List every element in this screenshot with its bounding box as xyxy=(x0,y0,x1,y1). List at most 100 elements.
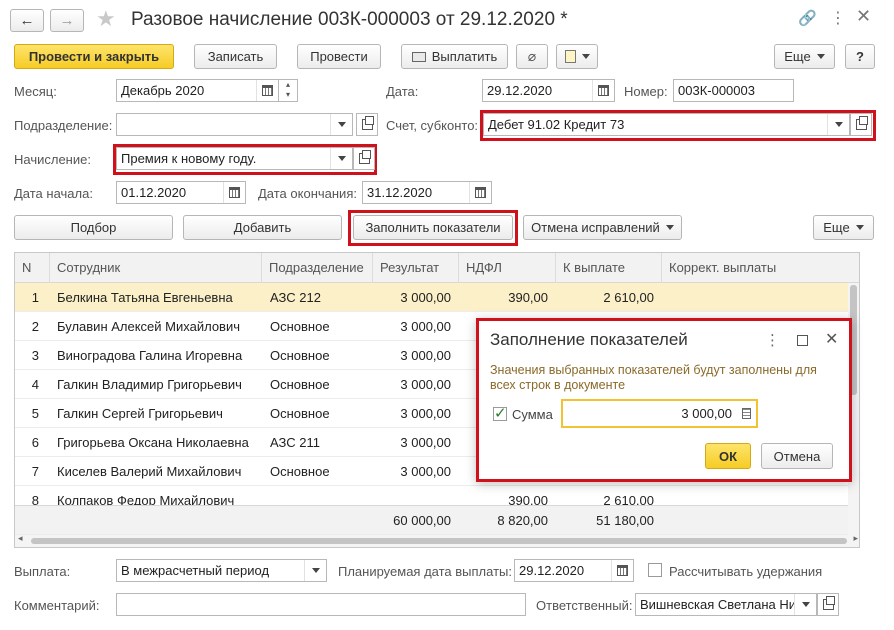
calendar-icon[interactable] xyxy=(611,560,633,581)
fill-indicators-button[interactable]: Заполнить показатели xyxy=(353,215,513,240)
calendar-icon[interactable] xyxy=(256,80,278,101)
dropdown-button[interactable] xyxy=(794,594,816,615)
start-date-value: 01.12.2020 xyxy=(121,185,187,200)
calendar-icon[interactable] xyxy=(469,182,491,203)
post-and-close-button[interactable]: Провести и закрыть xyxy=(14,44,174,69)
calculator-icon[interactable] xyxy=(736,401,756,426)
pay-button[interactable]: Выплатить xyxy=(401,44,508,69)
accrual-field[interactable]: Премия к новому году. xyxy=(116,147,353,170)
calendar-icon[interactable] xyxy=(592,80,614,101)
column-header-ndfl[interactable]: НДФЛ xyxy=(459,253,556,283)
dialog-title: Заполнение показателей xyxy=(490,330,688,349)
column-header-employee[interactable]: Сотрудник xyxy=(50,253,262,283)
column-header-n[interactable]: N xyxy=(15,253,50,283)
division-field[interactable] xyxy=(116,113,353,136)
open-icon xyxy=(855,116,868,130)
responsible-open-button[interactable] xyxy=(817,593,839,616)
account-field[interactable]: Дебет 91.02 Кредит 73 xyxy=(483,113,850,136)
forward-button[interactable]: → xyxy=(50,9,84,32)
pick-button[interactable]: Подбор xyxy=(14,215,173,240)
cell-division: Основное xyxy=(270,377,330,392)
chevron-down-icon xyxy=(337,156,346,161)
close-icon[interactable]: ✕ xyxy=(825,329,838,349)
back-button[interactable]: ← xyxy=(10,9,44,32)
scroll-thumb[interactable] xyxy=(31,538,847,544)
column-header-correction[interactable]: Коррект. выплаты xyxy=(662,253,850,283)
account-label: Счет, субконто: xyxy=(386,118,479,133)
payment-value: В межрасчетный период xyxy=(121,563,270,578)
division-open-button[interactable] xyxy=(356,113,378,136)
sum-value: 3 000,00 xyxy=(681,406,732,421)
payment-field[interactable]: В межрасчетный период xyxy=(116,559,327,582)
print-menu-button[interactable] xyxy=(556,44,598,69)
calendar-icon[interactable] xyxy=(223,182,245,203)
date-field[interactable]: 29.12.2020 xyxy=(482,79,615,102)
column-header-result[interactable]: Результат xyxy=(373,253,459,283)
cell-employee: Григорьева Оксана Николаевна xyxy=(57,435,249,450)
dropdown-button[interactable] xyxy=(330,148,352,169)
cell-division: Основное xyxy=(270,464,330,479)
add-button[interactable]: Добавить xyxy=(183,215,342,240)
pay-icon xyxy=(411,51,426,62)
account-open-button[interactable] xyxy=(850,113,872,136)
column-header-payable[interactable]: К выплате xyxy=(556,253,662,283)
close-icon[interactable]: ✕ xyxy=(856,6,871,27)
favorite-star-icon[interactable]: ★ xyxy=(96,6,116,32)
more-button[interactable]: Еще xyxy=(774,44,835,69)
chevron-down-icon xyxy=(311,568,320,573)
scroll-left-icon[interactable]: ◂ xyxy=(18,533,23,544)
responsible-label: Ответственный: xyxy=(536,598,633,613)
chevron-down-icon xyxy=(834,122,843,127)
dropdown-button[interactable] xyxy=(330,114,352,135)
maximize-icon[interactable] xyxy=(797,335,808,346)
end-date-field[interactable]: 31.12.2020 xyxy=(362,181,492,204)
comment-field[interactable] xyxy=(116,593,526,616)
help-button[interactable]: ? xyxy=(845,44,875,69)
cell-result: 3 000,00 xyxy=(400,319,451,334)
cell-employee: Виноградова Галина Игоревна xyxy=(57,348,243,363)
post-button[interactable]: Провести xyxy=(297,44,381,69)
sum-checkbox[interactable]: ✓ xyxy=(493,405,507,422)
document-icon xyxy=(564,50,576,63)
scroll-right-icon[interactable]: ▸ xyxy=(853,533,858,544)
cell-division: АЗС 211 xyxy=(270,435,320,450)
cell-employee: Киселев Валерий Михайлович xyxy=(57,464,242,479)
dropdown-button[interactable] xyxy=(827,114,849,135)
more-vertical-icon[interactable]: ⋮ xyxy=(830,8,846,28)
planned-date-label: Планируемая дата выплаты: xyxy=(338,564,512,579)
stepper-down-icon[interactable]: ▾ xyxy=(279,90,297,100)
chevron-down-icon xyxy=(855,225,864,230)
horizontal-scrollbar[interactable]: ◂ ▸ xyxy=(15,533,859,547)
more-vertical-icon[interactable]: ⋮ xyxy=(765,331,780,349)
month-field[interactable]: Декабрь 2020 xyxy=(116,79,279,102)
fill-indicators-dialog: Заполнение показателей ⋮ ✕ Значения выбр… xyxy=(476,318,852,482)
stepper-up-icon[interactable]: ▴ xyxy=(279,80,297,90)
ok-button[interactable]: ОК xyxy=(705,443,751,469)
cell-result: 3 000,00 xyxy=(400,377,451,392)
planned-date-field[interactable]: 29.12.2020 xyxy=(514,559,634,582)
sum-input[interactable]: 3 000,00 xyxy=(561,399,758,428)
table-more-button[interactable]: Еще xyxy=(813,215,874,240)
save-button[interactable]: Записать xyxy=(194,44,277,69)
chevron-down-icon xyxy=(816,54,825,59)
month-label: Месяц: xyxy=(14,84,57,99)
cell-number: 4 xyxy=(31,377,39,392)
table-row[interactable]: 1 Белкина Татьяна Евгеньевна АЗС 212 3 000,… xyxy=(15,283,859,312)
column-header-division[interactable]: Подразделение xyxy=(262,253,373,283)
withhold-checkbox[interactable] xyxy=(648,563,662,577)
responsible-field[interactable]: Вишневская Светлана Ни xyxy=(635,593,817,616)
cancel-corrections-button[interactable]: Отмена исправлений xyxy=(523,215,682,240)
start-date-field[interactable]: 01.12.2020 xyxy=(116,181,246,204)
attachment-button[interactable]: ⌀ xyxy=(516,44,548,69)
cancel-button[interactable]: Отмена xyxy=(761,443,833,469)
totals-row: 60 000,00 8 820,00 51 180,00 xyxy=(15,505,859,535)
month-stepper[interactable]: ▴ ▾ xyxy=(279,79,298,102)
number-label: Номер: xyxy=(624,84,668,99)
link-icon[interactable]: 🔗 xyxy=(798,9,817,27)
cell-division: АЗС 212 xyxy=(270,290,321,305)
table-header: N Сотрудник Подразделение Результат НДФЛ… xyxy=(15,253,859,283)
accrual-open-button[interactable] xyxy=(353,147,375,170)
number-field[interactable]: 003К-000003 xyxy=(673,79,794,102)
cell-payable: 2 610,00 xyxy=(603,290,654,305)
dropdown-button[interactable] xyxy=(304,560,326,581)
